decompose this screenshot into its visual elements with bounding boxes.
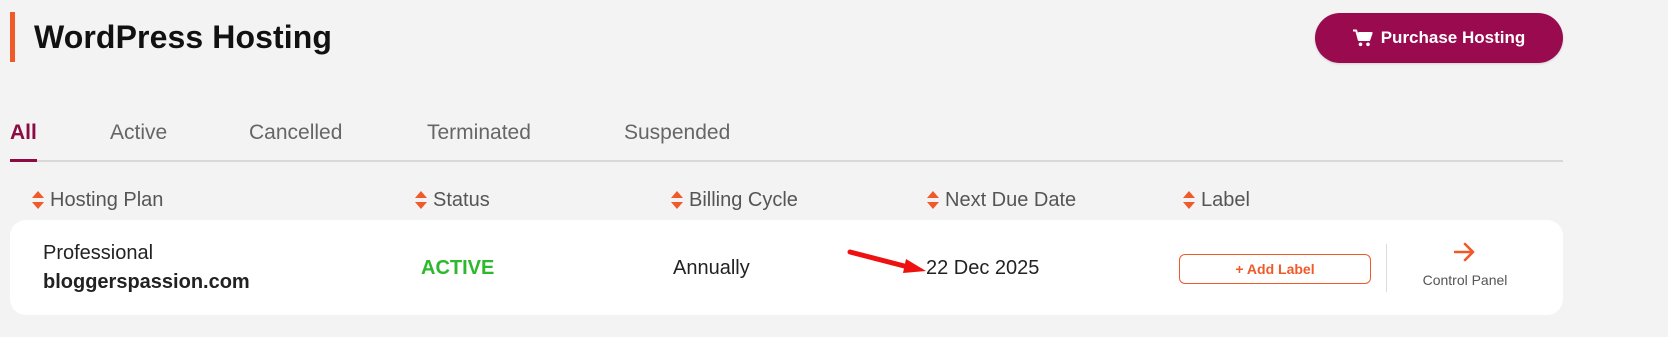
tab-terminated[interactable]: Terminated bbox=[427, 118, 531, 160]
arrow-right-icon bbox=[1454, 242, 1475, 262]
column-header-hosting-plan[interactable]: Hosting Plan bbox=[32, 186, 163, 214]
tab-active[interactable]: Active bbox=[110, 118, 167, 160]
tab-suspended[interactable]: Suspended bbox=[624, 118, 730, 160]
column-label: Billing Cycle bbox=[689, 188, 798, 211]
column-header-status[interactable]: Status bbox=[415, 186, 490, 214]
sort-icon bbox=[671, 191, 683, 209]
status-tabs: All Active Cancelled Terminated Suspende… bbox=[10, 118, 1563, 162]
sort-icon bbox=[32, 191, 44, 209]
next-due-date: 22 Dec 2025 bbox=[926, 257, 1040, 279]
plan-domain[interactable]: bloggerspassion.com bbox=[43, 271, 250, 294]
tab-all[interactable]: All bbox=[10, 118, 37, 162]
column-header-label[interactable]: Label bbox=[1183, 186, 1250, 214]
page-title: WordPress Hosting bbox=[34, 18, 333, 55]
plan-name: Professional bbox=[43, 242, 154, 264]
column-header-billing-cycle[interactable]: Billing Cycle bbox=[671, 186, 798, 214]
add-label-button[interactable]: + Add Label bbox=[1179, 254, 1371, 284]
sort-icon bbox=[415, 191, 427, 209]
control-panel-label: Control Panel bbox=[1422, 272, 1508, 288]
divider bbox=[1386, 244, 1387, 292]
billing-cycle: Annually bbox=[673, 257, 750, 279]
column-label: Label bbox=[1201, 188, 1250, 211]
purchase-hosting-label: Purchase Hosting bbox=[1380, 28, 1526, 47]
title-accent-bar bbox=[10, 12, 15, 62]
annotation-arrow-icon bbox=[847, 249, 926, 273]
column-label: Next Due Date bbox=[945, 188, 1077, 211]
column-label: Hosting Plan bbox=[50, 188, 164, 211]
tab-cancelled[interactable]: Cancelled bbox=[249, 118, 342, 160]
purchase-hosting-button[interactable]: Purchase Hosting bbox=[1315, 13, 1563, 63]
hosting-page: WordPress Hosting Purchase Hosting All A… bbox=[0, 0, 1668, 337]
sort-icon bbox=[927, 191, 939, 209]
cart-icon bbox=[1352, 29, 1373, 47]
column-label: Status bbox=[433, 188, 490, 211]
hosting-row: Professional bloggerspassion.com ACTIVE … bbox=[10, 220, 1563, 315]
sort-icon bbox=[1183, 191, 1195, 209]
status-badge: ACTIVE bbox=[421, 257, 495, 279]
column-header-next-due-date[interactable]: Next Due Date bbox=[927, 186, 1076, 214]
control-panel-button[interactable]: Control Panel bbox=[1403, 242, 1527, 294]
page-header: WordPress Hosting bbox=[10, 12, 332, 62]
